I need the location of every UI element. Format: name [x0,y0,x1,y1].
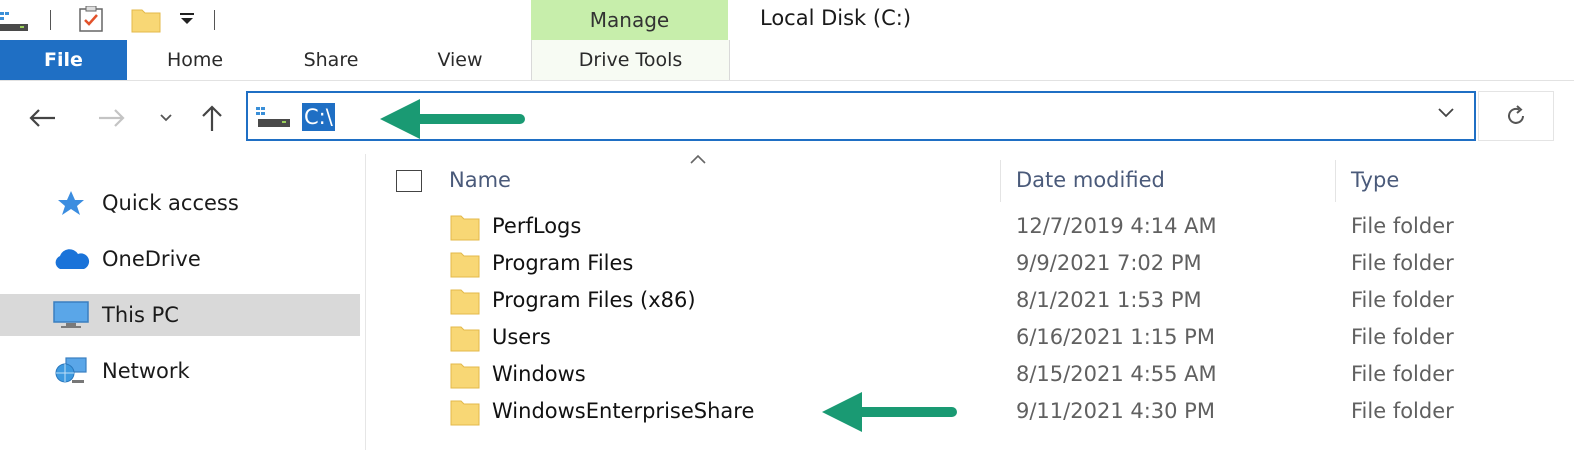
address-dropdown[interactable] [1436,105,1456,124]
column-divider[interactable] [1335,160,1336,202]
column-header-name[interactable]: Name [449,168,511,192]
table-row[interactable]: Program Files (x86) 8/1/2021 1:53 PM Fil… [366,284,1574,320]
up-button[interactable] [194,100,230,136]
date-modified: 8/15/2021 4:55 AM [1016,362,1217,386]
date-modified: 6/16/2021 1:15 PM [1016,325,1215,349]
toolbar-separator [50,10,51,30]
file-name: Program Files (x86) [492,288,696,312]
file-name: Users [492,325,551,349]
file-type: File folder [1351,362,1454,386]
file-name: Windows [492,362,586,386]
arrow-up-icon [202,105,222,131]
date-modified: 9/9/2021 7:02 PM [1016,251,1202,275]
chevron-down-icon [1438,108,1454,118]
sidebar-item-label: This PC [102,303,179,327]
sidebar-item-this-pc[interactable]: This PC [0,294,360,336]
table-row[interactable]: PerfLogs 12/7/2019 4:14 AM File folder [366,210,1574,246]
address-path[interactable]: C:\ [302,103,335,131]
tab-drive-tools[interactable]: Drive Tools [531,40,730,80]
navigation-bar: C:\ [0,82,1574,154]
computer-icon [52,300,90,330]
toolbar-separator [214,10,215,30]
drive-icon[interactable] [0,10,30,36]
network-icon [52,356,90,386]
customize-toolbar-icon[interactable] [178,10,196,32]
table-row[interactable]: WindowsEnterpriseShare 9/11/2021 4:30 PM… [366,395,1574,431]
file-name: WindowsEnterpriseShare [492,399,755,423]
file-name: Program Files [492,251,634,275]
arrow-right-icon [99,109,125,127]
file-type: File folder [1351,399,1454,423]
new-folder-icon[interactable] [131,7,161,37]
tab-share[interactable]: Share [286,40,376,80]
folder-icon [450,250,480,282]
folder-icon [450,287,480,319]
select-all-checkbox[interactable] [396,170,422,192]
sidebar-item-quick-access[interactable]: Quick access [0,182,360,224]
file-type: File folder [1351,288,1454,312]
table-row[interactable]: Windows 8/15/2021 4:55 AM File folder [366,358,1574,394]
folder-icon [450,324,480,356]
folder-icon [450,213,480,245]
table-row[interactable]: Users 6/16/2021 1:15 PM File folder [366,321,1574,357]
column-divider[interactable] [1000,160,1001,202]
drive-icon [256,107,292,133]
date-modified: 9/11/2021 4:30 PM [1016,399,1215,423]
file-type: File folder [1351,325,1454,349]
forward-button[interactable] [92,100,132,136]
annotation-arrow-icon [822,392,957,432]
navigation-pane: Quick access OneDrive This PC Network [0,154,366,450]
cloud-icon [52,244,90,274]
window-title: Local Disk (C:) [760,6,912,30]
tab-file[interactable]: File [0,40,127,80]
table-row[interactable]: Program Files 9/9/2021 7:02 PM File fold… [366,247,1574,283]
sidebar-item-label: Quick access [102,191,239,215]
column-header-date-modified[interactable]: Date modified [1016,168,1165,192]
column-header-row: Name Date modified Type [366,160,1574,202]
file-explorer-window: Manage Local Disk (C:) File Home Share V… [0,0,1574,450]
column-header-type[interactable]: Type [1351,168,1399,192]
sidebar-item-network[interactable]: Network [0,350,360,392]
sidebar-item-label: OneDrive [102,247,201,271]
folder-icon [450,398,480,430]
annotation-arrow-icon [380,99,525,139]
date-modified: 12/7/2019 4:14 AM [1016,214,1217,238]
tab-home[interactable]: Home [148,40,242,80]
file-list: Name Date modified Type PerfLogs 12/7/20… [366,154,1574,450]
ribbon-tabs: File Home Share View Drive Tools [0,40,1574,81]
file-type: File folder [1351,214,1454,238]
title-bar: Manage Local Disk (C:) [0,0,1574,40]
date-modified: 8/1/2021 1:53 PM [1016,288,1202,312]
properties-icon[interactable] [79,5,103,32]
sidebar-item-label: Network [102,359,190,383]
sidebar-item-onedrive[interactable]: OneDrive [0,238,360,280]
file-type: File folder [1351,251,1454,275]
refresh-button[interactable] [1478,91,1554,141]
star-icon [52,188,90,218]
back-button[interactable] [22,100,62,136]
arrow-left-icon [29,109,55,127]
tab-view[interactable]: View [420,40,500,80]
folder-icon [450,361,480,393]
refresh-icon [1508,105,1524,124]
file-name: PerfLogs [492,214,582,238]
chevron-down-icon [160,114,172,122]
tab-manage[interactable]: Manage [531,0,728,40]
recent-locations-button[interactable] [152,100,180,136]
